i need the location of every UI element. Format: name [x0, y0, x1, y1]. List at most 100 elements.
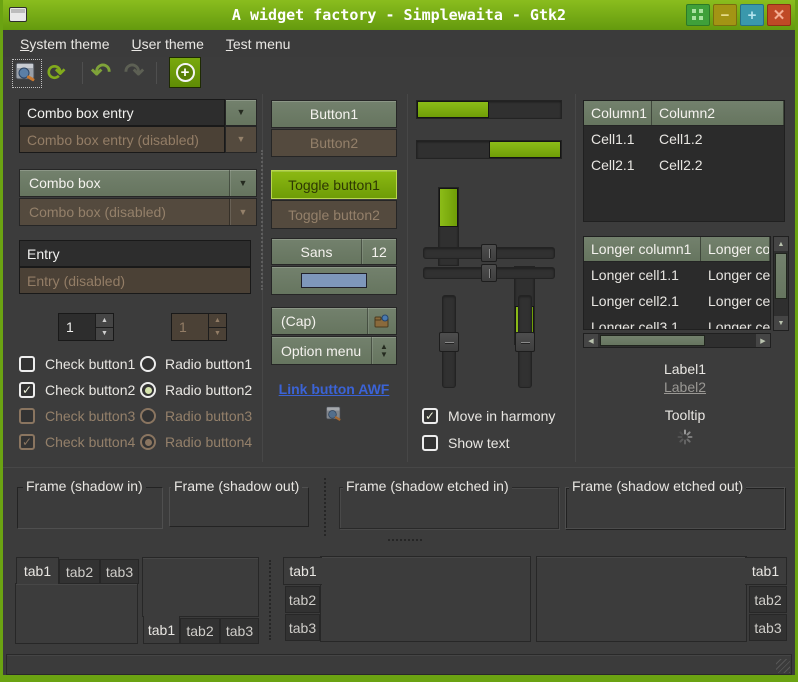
- refresh-icon[interactable]: ⟳: [47, 62, 65, 84]
- progress-fill: [489, 141, 561, 158]
- move-in-harmony-checkbox[interactable]: ✓: [422, 408, 438, 424]
- awf-tool-button[interactable]: [12, 59, 42, 88]
- treeview2[interactable]: Longer column1 Longer column2 Longer cel…: [583, 236, 771, 330]
- folder-icon: [368, 314, 396, 328]
- combo-box[interactable]: Combo box ▼: [19, 169, 257, 197]
- horizontal-scrollbar[interactable]: ◀ ▶: [583, 333, 771, 348]
- hscale1-handle[interactable]: [481, 244, 497, 262]
- spin-value[interactable]: 1: [59, 314, 95, 340]
- spin-button[interactable]: 1 ▲ ▼: [58, 313, 114, 341]
- tab-tab3[interactable]: tab3: [749, 614, 787, 641]
- tab-tab2[interactable]: tab2: [59, 559, 100, 584]
- table-row[interactable]: Longer cell3.1 Longer cell3.2: [584, 314, 770, 330]
- combo-box-disabled: Combo box (disabled) ▼: [19, 198, 257, 226]
- button2: Button2: [271, 129, 397, 157]
- show-text-checkbox[interactable]: [422, 435, 438, 451]
- check-button2[interactable]: ✓: [19, 382, 35, 398]
- font-button[interactable]: Sans 12: [271, 238, 397, 265]
- spin-button-disabled: 1 ▲ ▼: [171, 313, 227, 341]
- paned-handle[interactable]: [3, 467, 795, 468]
- entry-field[interactable]: Entry: [19, 240, 251, 267]
- link-button[interactable]: Link button AWF: [271, 381, 397, 397]
- tab-tab2[interactable]: tab2: [285, 586, 320, 613]
- spin-down-icon[interactable]: ▼: [96, 328, 113, 341]
- column-header[interactable]: Column1: [584, 101, 652, 125]
- table-cell: Cell2.2: [652, 152, 710, 178]
- hscale2-handle[interactable]: [481, 264, 497, 282]
- scroll-down-icon[interactable]: ▼: [774, 316, 788, 330]
- tab-tab2[interactable]: tab2: [180, 618, 220, 644]
- table-row[interactable]: Longer cell2.1 Longer cell2.2: [584, 288, 770, 314]
- scroll-left-icon[interactable]: ◀: [584, 334, 598, 347]
- scrollbar-thumb[interactable]: [600, 335, 705, 346]
- check-icon: ✓: [22, 435, 32, 449]
- show-text-label[interactable]: Show text: [448, 435, 509, 451]
- spin-up-icon[interactable]: ▲: [96, 314, 113, 328]
- radio-button1[interactable]: [140, 356, 156, 372]
- tab-tab1[interactable]: tab1: [745, 557, 787, 585]
- restore-button[interactable]: [686, 4, 710, 26]
- titlebar[interactable]: A widget factory - Simplewaita - Gtk2: [0, 0, 798, 30]
- progress-bar-rtl: [416, 140, 562, 159]
- resize-grip[interactable]: [776, 659, 790, 673]
- tab-tab3[interactable]: tab3: [220, 618, 259, 644]
- paned-handle[interactable]: [407, 94, 408, 462]
- radio-button1-label[interactable]: Radio button1: [165, 356, 252, 372]
- check-button2-label[interactable]: Check button2: [45, 382, 135, 398]
- tab-tab1[interactable]: tab1: [16, 557, 59, 584]
- add-button[interactable]: +: [169, 57, 201, 88]
- combo-entry-input[interactable]: Combo box entry: [19, 99, 225, 126]
- tab-tab2[interactable]: tab2: [749, 586, 787, 613]
- treeview1[interactable]: Column1 Column2 Cell1.1 Cell1.2 Cell2.1 …: [583, 100, 785, 222]
- scroll-right-icon[interactable]: ▶: [756, 334, 770, 347]
- table-row[interactable]: Longer cell1.1 Longer cell1.2: [584, 262, 770, 288]
- option-menu[interactable]: Option menu ▲ ▼: [271, 336, 397, 365]
- radio-button2-label[interactable]: Radio button2: [165, 382, 252, 398]
- color-button[interactable]: [271, 266, 397, 295]
- table-row[interactable]: Cell2.1 Cell2.2: [584, 152, 784, 178]
- close-icon: ✕: [773, 6, 786, 24]
- tab-tab3[interactable]: tab3: [285, 614, 320, 641]
- minimize-button[interactable]: −: [713, 4, 737, 26]
- scrollbar-thumb[interactable]: [775, 253, 787, 299]
- horizontal-separator: [388, 539, 422, 541]
- maximize-button[interactable]: +: [740, 4, 764, 26]
- column-header[interactable]: Column2: [652, 101, 784, 125]
- spin-value: 1: [172, 314, 208, 340]
- paned-handle[interactable]: [575, 94, 576, 462]
- tab-tab1[interactable]: tab1: [283, 557, 322, 585]
- tab-tab1[interactable]: tab1: [143, 616, 180, 644]
- menu-system-theme[interactable]: System theme: [9, 33, 120, 55]
- scroll-up-icon[interactable]: ▲: [774, 237, 788, 251]
- notebook-bottom-content: [142, 557, 259, 617]
- undo-icon[interactable]: ↶: [91, 61, 111, 85]
- frame-label: Frame (shadow out): [171, 478, 302, 494]
- check-icon: ✓: [425, 409, 435, 423]
- radio-button2[interactable]: [140, 382, 156, 398]
- tab-tab3[interactable]: tab3: [100, 559, 139, 584]
- menubar: System theme User theme Test menu: [3, 30, 795, 57]
- combo-box-entry[interactable]: Combo box entry ▼: [19, 99, 257, 126]
- check-button1-label[interactable]: Check button1: [45, 356, 135, 372]
- vscale2-handle[interactable]: [515, 332, 535, 352]
- button1[interactable]: Button1: [271, 100, 397, 128]
- vertical-scrollbar[interactable]: ▲ ▼: [773, 236, 789, 331]
- label1: Label1: [583, 361, 787, 377]
- toggle-button2: Toggle button2: [271, 200, 397, 229]
- column-header[interactable]: Longer column2: [701, 237, 770, 261]
- table-row[interactable]: Cell1.1 Cell1.2: [584, 126, 784, 152]
- combo-entry-dropdown-button[interactable]: ▼: [225, 99, 257, 126]
- toggle-button1[interactable]: Toggle button1: [271, 170, 397, 199]
- vscale1-handle[interactable]: [439, 332, 459, 352]
- close-button[interactable]: ✕: [767, 4, 791, 26]
- column-header[interactable]: Longer column1: [584, 237, 701, 261]
- move-in-harmony-label[interactable]: Move in harmony: [448, 408, 555, 424]
- menu-test-menu[interactable]: Test menu: [215, 33, 302, 55]
- plus-icon: +: [748, 7, 757, 24]
- file-chooser-button[interactable]: (Cap): [271, 307, 397, 335]
- frame-label: Frame (shadow in): [23, 478, 146, 494]
- paned-grip[interactable]: [261, 150, 263, 290]
- check-button1[interactable]: [19, 356, 35, 372]
- spin-up-icon: ▲: [209, 314, 226, 328]
- menu-user-theme[interactable]: User theme: [120, 33, 214, 55]
